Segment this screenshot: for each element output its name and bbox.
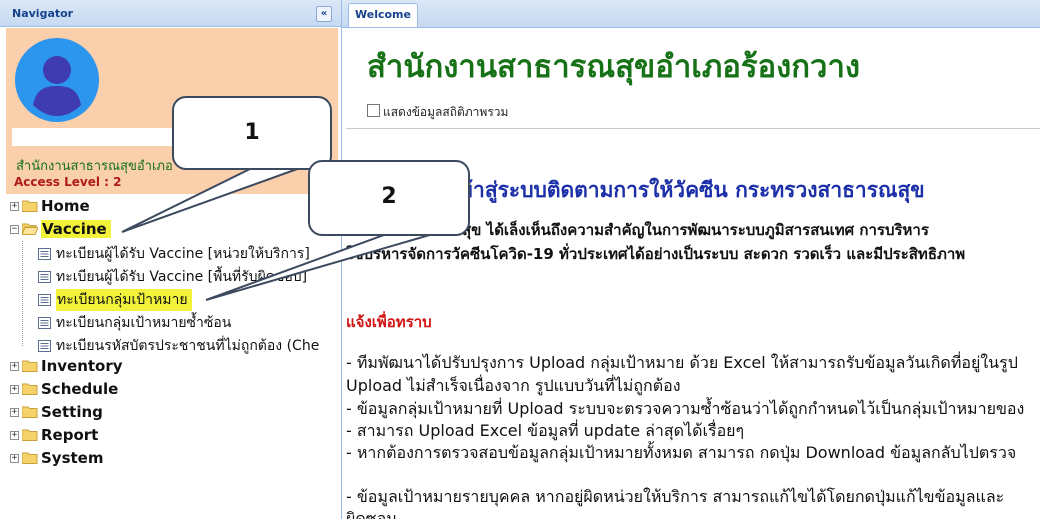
tree-item-label: ทะเบียนผู้ได้รับ Vaccine [หน่วยให้บริการ…: [56, 246, 310, 262]
expand-icon[interactable]: +: [10, 408, 19, 417]
notice-heading: แจ้งเพื่อทราบ: [346, 313, 432, 331]
notice-line: - ข้อมูลเป้าหมายรายบุคคล หากอยู่ผิดหน่วย…: [346, 487, 1005, 506]
intro-line: ใช้บริหารจัดการวัคซีนโควิด-19 ทั่วประเทศ…: [346, 245, 966, 263]
notice-line: - ทีมพัฒนาได้ปรับปรุงการ Upload กลุ่มเป้…: [346, 353, 1018, 372]
tree-item-label: ทะเบียนกลุ่มเป้าหมายซ้ำซ้อน: [56, 315, 232, 331]
tree-node-home[interactable]: + Home: [0, 196, 341, 218]
expand-icon[interactable]: +: [10, 454, 19, 463]
tree-item-label: ทะเบียนรหัสบัตรประชาชนที่ไม่ถูกต้อง (Che: [56, 338, 320, 354]
tree-label-inventory: Inventory: [41, 357, 123, 375]
tree-label-report: Report: [41, 426, 99, 444]
user-office-name: สำนักงานสาธารณสุขอำเภอ: [16, 159, 173, 174]
expand-icon[interactable]: +: [10, 385, 19, 394]
folder-icon: [22, 406, 38, 418]
document-list-icon: [38, 291, 51, 306]
navigator-header: Navigator «: [0, 0, 341, 27]
navigator-title: Navigator: [12, 7, 74, 20]
welcome-content: สำนักงานสาธารณสุขอำเภอร้องกวาง แสดงข้อมู…: [346, 29, 1040, 519]
tree-label-schedule: Schedule: [41, 380, 119, 398]
expand-icon[interactable]: +: [10, 362, 19, 371]
tree-node-setting[interactable]: + Setting: [0, 402, 341, 424]
tree-node-report[interactable]: + Report: [0, 425, 341, 447]
tree-item-label: ทะเบียนผู้ได้รับ Vaccine [พื้นที่รับผิดช…: [56, 269, 308, 285]
welcome-header: สำนักงานสาธารณสุขอำเภอร้องกวาง แสดงข้อมู…: [346, 29, 1040, 129]
folder-icon: [22, 452, 38, 464]
collapse-navigator-button[interactable]: «: [316, 6, 332, 22]
tree-node-vaccine[interactable]: − Vaccine: [0, 219, 341, 241]
tree-item-label: ทะเบียนกลุ่มเป้าหมาย: [56, 289, 192, 311]
tree-label-system: System: [41, 449, 104, 467]
stats-checkbox[interactable]: [367, 104, 380, 117]
folder-open-icon: [22, 223, 38, 235]
tree-node-system[interactable]: + System: [0, 448, 341, 470]
user-name-field: [12, 128, 186, 146]
document-list-icon: [38, 268, 51, 283]
notice-line: Upload ไม่สำเร็จเนื่องจาก รูปแบบวันที่ไม…: [346, 376, 681, 395]
office-title: สำนักงานสาธารณสุขอำเภอร้องกวาง: [367, 49, 861, 85]
tab-strip: Welcome: [342, 0, 1040, 28]
callout-2: 2: [308, 160, 470, 236]
tree-connector: [22, 241, 24, 346]
notice-line: ผิดซอน: [346, 509, 398, 519]
tab-welcome[interactable]: Welcome: [348, 3, 418, 27]
access-level-label: Access Level : 2: [14, 175, 122, 189]
tree-label-home: Home: [41, 197, 90, 215]
tree-label-vaccine: Vaccine: [41, 220, 111, 238]
document-list-icon: [38, 314, 51, 329]
tree-node-inventory[interactable]: + Inventory: [0, 356, 341, 378]
user-avatar-icon: [14, 37, 100, 123]
collapse-icon[interactable]: −: [10, 225, 19, 234]
expand-icon[interactable]: +: [10, 202, 19, 211]
stats-checkbox-label: แสดงข้อมูลสถิติภาพรวม: [383, 105, 509, 119]
folder-icon: [22, 383, 38, 395]
callout-1: 1: [172, 96, 332, 170]
folder-icon: [22, 360, 38, 372]
document-list-icon: [38, 245, 51, 260]
folder-icon: [22, 429, 38, 441]
document-list-icon: [38, 337, 51, 352]
navigator-panel: Navigator « สำนักงานสาธารณสุขอำเภอ Acces…: [0, 0, 342, 519]
tree-label-setting: Setting: [41, 403, 103, 421]
expand-icon[interactable]: +: [10, 431, 19, 440]
notice-line: - หากต้องการตรวจสอบข้อมูลกลุ่มเป้าหมายทั…: [346, 443, 1017, 462]
tree-node-schedule[interactable]: + Schedule: [0, 379, 341, 401]
folder-icon: [22, 200, 38, 212]
